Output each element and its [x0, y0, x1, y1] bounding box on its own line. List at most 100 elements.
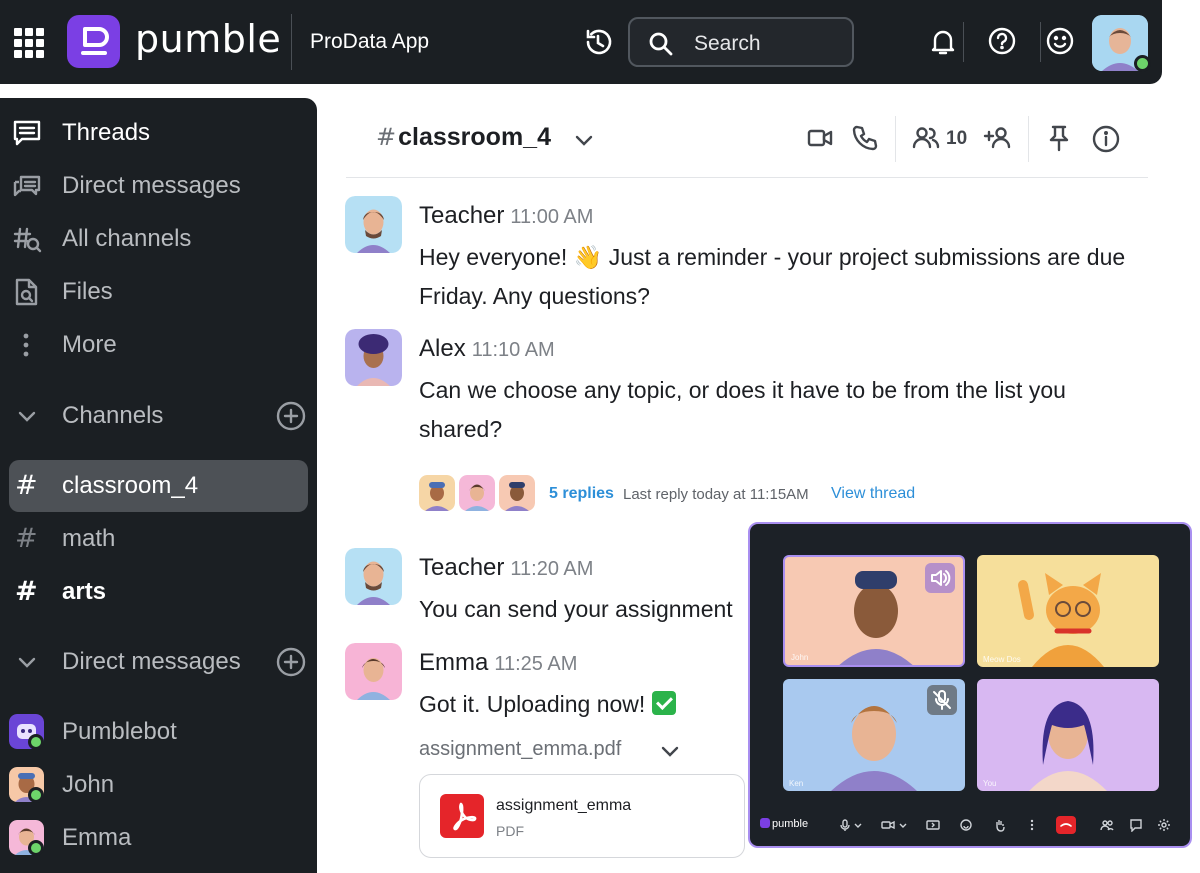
check-mark-icon [651, 691, 676, 715]
participant-tile-meow-dos[interactable]: Meow Dos [977, 555, 1159, 667]
muted-mic-icon [927, 685, 957, 715]
direct-messages-icon [13, 175, 41, 197]
pumble-logo-icon[interactable] [67, 15, 120, 68]
speaker-icon [925, 563, 955, 593]
participant-name: You [983, 779, 997, 788]
sidebar-item-threads[interactable]: Threads [0, 110, 317, 156]
settings-icon[interactable] [1157, 818, 1171, 832]
video-call-window[interactable]: John Meow Dos Ken You pumble [748, 522, 1192, 848]
add-member-icon[interactable] [983, 124, 1015, 152]
sidebar-item-label: Files [62, 278, 113, 305]
camera-icon[interactable] [881, 818, 895, 832]
divider [963, 22, 964, 62]
file-attachment-card[interactable]: assignment_emma PDF [419, 774, 745, 858]
chevron-down-icon[interactable] [574, 130, 594, 150]
file-type: PDF [496, 823, 524, 839]
search-input[interactable]: Search [628, 17, 854, 67]
chevron-down-icon [18, 411, 36, 422]
sidebar-item-all-channels[interactable]: All channels [0, 216, 317, 262]
message-author[interactable]: Emma [419, 649, 488, 676]
emoji-icon[interactable] [1045, 26, 1075, 61]
participants-icon[interactable] [1100, 818, 1114, 832]
hash-icon: # [15, 470, 38, 501]
file-title: assignment_emma [496, 797, 632, 814]
view-thread-link[interactable]: View thread [831, 485, 915, 503]
message-author[interactable]: Teacher [419, 202, 504, 229]
info-icon[interactable] [1091, 124, 1121, 154]
chevron-down-icon [18, 657, 36, 668]
bell-icon[interactable] [930, 28, 956, 61]
sidebar-channel-classroom-4[interactable]: # classroom_4 [9, 460, 308, 512]
grid-apps-icon[interactable] [14, 28, 44, 58]
end-call-button[interactable] [1056, 816, 1076, 834]
sidebar-item-files[interactable]: Files [0, 269, 317, 315]
online-status-icon [28, 840, 44, 856]
participant-tile-ken[interactable]: Ken [783, 679, 965, 791]
members-icon[interactable] [911, 124, 941, 152]
sidebar-dm-emma[interactable]: Emma [0, 814, 317, 862]
dm-label: Emma [62, 824, 132, 851]
avatar[interactable] [345, 196, 402, 253]
sidebar-channel-math[interactable]: # math [9, 513, 308, 565]
microphone-icon[interactable] [838, 818, 852, 832]
participant-tile-you[interactable]: You [977, 679, 1159, 791]
avatar[interactable] [345, 643, 402, 700]
add-channel-button[interactable] [275, 400, 307, 432]
top-bar: pumble ProData App Search [0, 0, 1162, 84]
sidebar-item-more[interactable]: More [0, 322, 317, 368]
message-time: 11:25 AM [494, 653, 578, 675]
screen-share-icon[interactable] [926, 818, 940, 832]
message-text: Hey everyone! 👋 Just a reminder - your p… [419, 238, 1139, 316]
channel-title[interactable]: #classroom_4 [376, 123, 551, 152]
message-time: 11:00 AM [510, 206, 594, 228]
sidebar-dm-pumblebot[interactable]: Pumblebot [0, 708, 317, 756]
all-channels-icon [13, 227, 42, 253]
participant-tile-john[interactable]: John [783, 555, 965, 667]
online-status-icon [1134, 55, 1151, 72]
avatar[interactable] [345, 548, 402, 605]
reaction-icon[interactable] [959, 818, 973, 832]
dm-label: Pumblebot [62, 718, 177, 745]
pin-icon[interactable] [1046, 124, 1072, 152]
help-icon[interactable] [987, 26, 1017, 61]
channels-section[interactable]: Channels [0, 393, 317, 439]
user-avatar[interactable] [1092, 15, 1151, 72]
files-icon [15, 278, 38, 306]
replies-link[interactable]: 5 replies [549, 485, 614, 503]
chevron-down-icon[interactable] [851, 818, 865, 832]
add-direct-message-button[interactable] [275, 646, 307, 678]
raise-hand-icon[interactable] [993, 818, 1007, 832]
sidebar-item-label: More [62, 331, 117, 358]
divider [1028, 116, 1029, 162]
avatar[interactable] [345, 329, 402, 386]
channel-label: math [62, 525, 116, 552]
avatar [459, 475, 495, 511]
sidebar-dm-john[interactable]: John [0, 761, 317, 809]
sidebar: Threads Direct messages All channels Fil… [0, 98, 317, 873]
chevron-down-icon[interactable] [896, 818, 910, 832]
chevron-down-icon[interactable] [660, 741, 680, 761]
member-count[interactable]: 10 [946, 128, 967, 150]
workspace-name[interactable]: ProData App [310, 30, 429, 54]
chat-icon[interactable] [1129, 818, 1143, 832]
online-status-icon [28, 787, 44, 803]
more-options-icon[interactable] [1025, 818, 1039, 832]
history-icon[interactable] [582, 26, 614, 63]
message-author[interactable]: Teacher [419, 554, 504, 581]
phone-icon[interactable] [851, 124, 879, 152]
pdf-icon [440, 794, 484, 838]
channel-name: classroom_4 [398, 123, 551, 151]
participant-name: Ken [789, 779, 804, 788]
hash-icon: # [376, 123, 397, 151]
direct-messages-section[interactable]: Direct messages [0, 639, 317, 685]
sidebar-item-direct-messages[interactable]: Direct messages [0, 163, 317, 209]
message-author[interactable]: Alex [419, 335, 466, 362]
sidebar-item-label: Direct messages [62, 172, 241, 199]
message: Teacher 11:00 AM Hey everyone! 👋 Just a r… [345, 196, 1145, 316]
more-icon [23, 333, 29, 357]
avatar [499, 475, 535, 511]
sidebar-channel-arts[interactable]: # arts [9, 566, 308, 618]
video-call-icon[interactable] [806, 124, 834, 152]
waving-hand-icon: 👋 [573, 244, 603, 270]
attachment-name[interactable]: assignment_emma.pdf [419, 738, 621, 761]
